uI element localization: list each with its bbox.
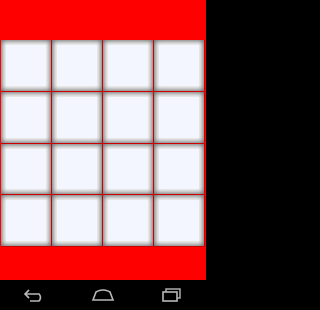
tile-face: [57, 200, 97, 241]
game-tile[interactable]: [1, 143, 52, 196]
tile-face: [159, 45, 199, 86]
tile-face: [57, 96, 97, 138]
game-tile[interactable]: [52, 195, 103, 247]
recent-apps-button[interactable]: [152, 280, 192, 310]
tile-face: [108, 45, 148, 86]
tile-face: [6, 96, 46, 138]
game-tile[interactable]: [103, 143, 154, 196]
game-tile[interactable]: [103, 40, 154, 92]
tile-face: [159, 200, 199, 241]
home-icon: [91, 289, 115, 301]
game-tile[interactable]: [52, 143, 103, 196]
tile-face: [57, 148, 97, 190]
tile-face: [6, 148, 46, 190]
game-tile[interactable]: [103, 91, 154, 144]
home-button[interactable]: [83, 280, 123, 310]
game-tile[interactable]: [154, 91, 205, 144]
game-tile[interactable]: [52, 91, 103, 144]
tile-face: [159, 148, 199, 190]
game-tile[interactable]: [1, 91, 52, 144]
tile-face: [159, 96, 199, 138]
tile-face: [108, 200, 148, 241]
game-screen: [0, 0, 206, 280]
tile-face: [108, 96, 148, 138]
back-icon: [24, 289, 42, 302]
tile-face: [6, 200, 46, 241]
tile-grid: [1, 40, 205, 247]
tile-face: [108, 148, 148, 190]
device-screen: [0, 0, 206, 310]
game-tile[interactable]: [154, 195, 205, 247]
android-navigation-bar: [0, 280, 206, 310]
game-tile[interactable]: [1, 40, 52, 92]
tile-face: [57, 45, 97, 86]
back-button[interactable]: [14, 280, 54, 310]
recent-apps-icon: [161, 288, 181, 302]
game-tile[interactable]: [103, 195, 154, 247]
game-tile[interactable]: [52, 40, 103, 92]
game-tile[interactable]: [154, 143, 205, 196]
tile-face: [6, 45, 46, 86]
game-tile[interactable]: [154, 40, 205, 92]
game-tile[interactable]: [1, 195, 52, 247]
